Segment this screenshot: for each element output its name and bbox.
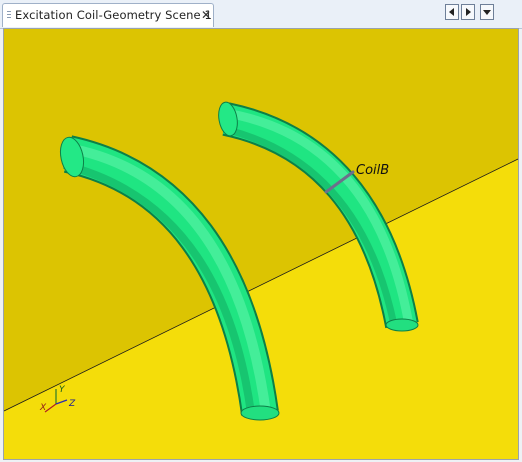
scene-viewport[interactable]: CoilB Y Z X <box>3 28 519 460</box>
axis-z-label: Z <box>68 399 76 409</box>
triangle-left-icon <box>449 8 454 16</box>
tab-excitation-coil-geometry-scene[interactable]: Excitation Coil-Geometry Scene 1 ✕ <box>2 3 214 27</box>
triangle-down-icon <box>483 10 491 15</box>
close-icon[interactable]: ✕ <box>200 7 212 23</box>
triangle-right-icon <box>466 8 471 16</box>
tab-navigation-buttons <box>445 4 496 22</box>
scroll-tabs-right-button[interactable] <box>461 4 475 20</box>
scene-window: Excitation Coil-Geometry Scene 1 ✕ CoilB… <box>0 0 522 462</box>
axis-x-label: X <box>39 403 47 413</box>
tab-grip-icon <box>7 11 11 21</box>
tab-list-dropdown-button[interactable] <box>480 4 494 20</box>
scene-canvas[interactable]: CoilB Y Z X <box>4 29 518 459</box>
tab-bar: Excitation Coil-Geometry Scene 1 ✕ <box>0 0 522 29</box>
tab-title: Excitation Coil-Geometry Scene 1 <box>15 8 212 22</box>
coil-b-label: CoilB <box>356 163 389 178</box>
scroll-tabs-left-button[interactable] <box>445 4 459 20</box>
